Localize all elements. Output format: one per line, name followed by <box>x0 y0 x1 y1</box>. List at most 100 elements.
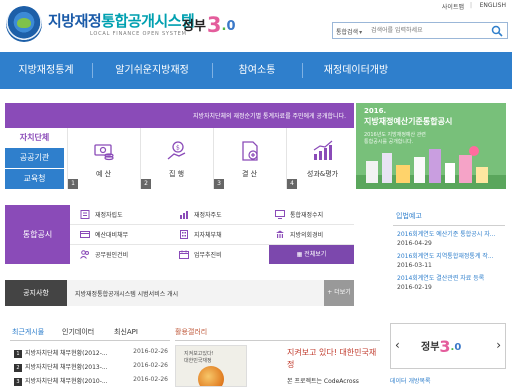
law-item[interactable]: 2014회계연도 결산관련 자료 등록 2016-02-19 <box>397 273 484 291</box>
list-item-date: 2016-02-26 <box>133 376 168 383</box>
finance-banner: 지방자치단체의 재정순기별 통계자료를 주민에게 공개합니다. <box>5 103 354 128</box>
nav-item-participation[interactable]: 참여소통 <box>212 52 302 89</box>
disclosure-local-liabilities[interactable]: 지자체부채 <box>179 230 222 249</box>
money-icon <box>94 144 114 161</box>
disclosure-fiscal-independence[interactable]: 재정자립도 <box>80 210 123 229</box>
view-all-button[interactable]: ▦ 전체보기 <box>269 245 354 264</box>
promo-banner[interactable]: 2016. 지방재정예산기준통합공시 2016년도 지방재정예산 관련 통합공시… <box>356 103 506 189</box>
gallery-title[interactable]: 활용갤러리 <box>175 327 207 337</box>
prev-arrow-icon[interactable]: ‹ <box>395 338 400 352</box>
tile-number: 3 <box>214 179 224 189</box>
tab-recent-posts[interactable]: 최근게시물 <box>12 327 44 337</box>
sitemap-link[interactable]: 사이트맵 <box>442 2 464 11</box>
tile-number: 2 <box>141 179 151 189</box>
performance-chart-icon <box>313 140 333 160</box>
council-icon <box>276 230 284 238</box>
disclosure-label: 지자체부채 <box>194 232 222 239</box>
data-open-list-link[interactable]: 데이터 개방목록 <box>390 376 431 385</box>
disclosure-business-expenses[interactable]: 업무추진비 <box>179 250 222 269</box>
legislative-notice-title[interactable]: 입법예고 <box>396 211 422 221</box>
tile-budget[interactable]: 예 산 1 <box>67 128 138 189</box>
promo-title: 지방재정예산기준통합공시 <box>364 117 453 126</box>
banner-text: 지방자치단체의 재정순기별 통계자료를 주민에게 공개합니다. <box>192 113 346 120</box>
tab-education-office[interactable]: 교육청 <box>5 169 64 189</box>
gallery-thumbnail[interactable]: 지켜보고있다! 대한민국재정 <box>175 345 247 387</box>
coin-graphic-icon <box>198 366 224 386</box>
people-icon <box>80 250 89 259</box>
list-item-date: 2016-02-26 <box>133 362 168 369</box>
law-item-date: 2016-02-19 <box>397 284 432 291</box>
notice-text[interactable]: 지방재정통합공개시스템 시범서비스 개시 <box>75 289 178 298</box>
law-item-title: 2016회계연도 지역통합재정통계 작... <box>397 253 494 260</box>
search-scope-select[interactable]: 통합검색 <box>336 27 362 36</box>
tile-number: 4 <box>287 179 297 189</box>
gov30-zero: 0 <box>454 342 462 353</box>
next-arrow-icon[interactable]: › <box>496 338 501 352</box>
list-item[interactable]: 2 지방자치단체 채무현황(2013-... 2016-02-26 <box>14 362 170 374</box>
site-title-part1: 지방재정 <box>48 12 102 30</box>
card-icon <box>80 231 90 238</box>
notice-heading: 공지사항 <box>5 280 67 306</box>
building-icon <box>180 230 188 239</box>
local-finance-emblem-icon[interactable] <box>6 6 42 42</box>
promo-description: 2016년도 지방재정예산 관련 <box>364 132 426 138</box>
list-item-title: 지방자치단체 채무현황(2013-... <box>25 364 108 371</box>
city-illustration-icon <box>356 146 506 189</box>
site-title[interactable]: 지방재정통합공개시스템 <box>48 10 195 31</box>
search-input[interactable] <box>371 24 481 37</box>
caption-line: 지켜보고 있다! 대한민국재 <box>287 348 377 357</box>
divider <box>175 340 380 341</box>
nav-item-open-data[interactable]: 재정데이터개방 <box>302 52 410 89</box>
tab-local-government[interactable]: 자치단체 <box>5 128 64 148</box>
list-item[interactable]: 3 지방자치단체 채무현황(2010-... 2016-02-26 <box>14 376 170 387</box>
tile-performance[interactable]: 성과&평가 4 <box>286 128 357 189</box>
gov30-banner[interactable]: ‹ 정부3.0 › <box>390 323 506 369</box>
law-item[interactable]: 2016회계연도 예산기준 통합공시 자... 2016-04-29 <box>397 229 495 247</box>
tile-number: 1 <box>68 179 78 189</box>
disclosure-label: 지방의회경비 <box>290 232 324 239</box>
monitor-icon <box>275 210 285 219</box>
disclosure-personnel-costs[interactable]: 공무원인건비 <box>80 250 128 269</box>
promo-description: 통합공시를 공개합니다. <box>364 139 414 145</box>
thumbnail-text: 지켜보고있다! 대한민국재정 <box>184 351 214 365</box>
caption-line: 정 <box>287 360 295 369</box>
tab-public-institution[interactable]: 공공기관 <box>5 148 64 168</box>
disclosure-heading: 통합공시 <box>5 205 70 264</box>
finance-tiles-panel: 예 산 1 $ 집 행 2 결 산 3 성과&평가 4 <box>64 128 354 189</box>
disclosure-label: 재정자립도 <box>95 212 123 219</box>
tile-performance-label: 성과&평가 <box>306 170 339 178</box>
tab-popular-data[interactable]: 인기데이터 <box>62 327 94 337</box>
gov30-logo: 정부3.0 <box>182 13 236 37</box>
law-item-date: 2016-04-29 <box>397 240 432 247</box>
view-all-label: 전체보기 <box>304 251 327 258</box>
law-item-date: 2016-03-11 <box>397 262 432 269</box>
list-item[interactable]: 1 지방자치단체 채무현황(2012-... 2016-02-26 <box>14 348 170 360</box>
search-box: 통합검색 <box>332 22 508 39</box>
notice-more-button[interactable]: + 더보기 <box>324 280 354 306</box>
tab-latest-api[interactable]: 최신API <box>114 327 138 337</box>
gov30-banner-logo: 정부3.0 <box>421 337 461 356</box>
thumbnail-line: 대한민국재정 <box>184 358 212 364</box>
tile-settlement[interactable]: 결 산 3 <box>213 128 284 189</box>
law-item[interactable]: 2016회계연도 지역통합재정통계 작... 2016-03-11 <box>397 251 494 269</box>
tile-execution[interactable]: $ 집 행 2 <box>140 128 211 189</box>
execution-icon: $ <box>167 141 186 160</box>
settlement-icon <box>242 141 258 161</box>
disclosure-fiscal-autonomy[interactable]: 재정자주도 <box>179 210 222 229</box>
nav-item-easy-finance[interactable]: 알기쉬운지방재정 <box>92 52 212 89</box>
tile-execution-label: 집 행 <box>168 170 185 178</box>
gallery-caption[interactable]: 지켜보고 있다! 대한민국재 정 <box>287 347 376 371</box>
bars-icon <box>180 211 188 219</box>
law-item-title: 2016회계연도 예산기준 통합공시 자... <box>397 231 496 238</box>
disclosure-debt-ratio[interactable]: 예산대비채무 <box>80 230 128 249</box>
list-item-title: 지방자치단체 채무현황(2010-... <box>25 378 108 385</box>
nav-item-stats[interactable]: 지방재정통계 <box>0 52 92 89</box>
promo-year: 2016. <box>364 107 387 115</box>
disclosure-integrated-balance[interactable]: 통합재정수지 <box>275 210 323 229</box>
english-link[interactable]: ENGLISH <box>480 2 506 9</box>
search-icon[interactable] <box>491 25 503 37</box>
notice-more-label: 더보기 <box>334 289 351 296</box>
gov30-number: 3 <box>206 13 222 37</box>
divider <box>393 225 505 226</box>
disclosure-label: 업무추진비 <box>194 252 222 259</box>
